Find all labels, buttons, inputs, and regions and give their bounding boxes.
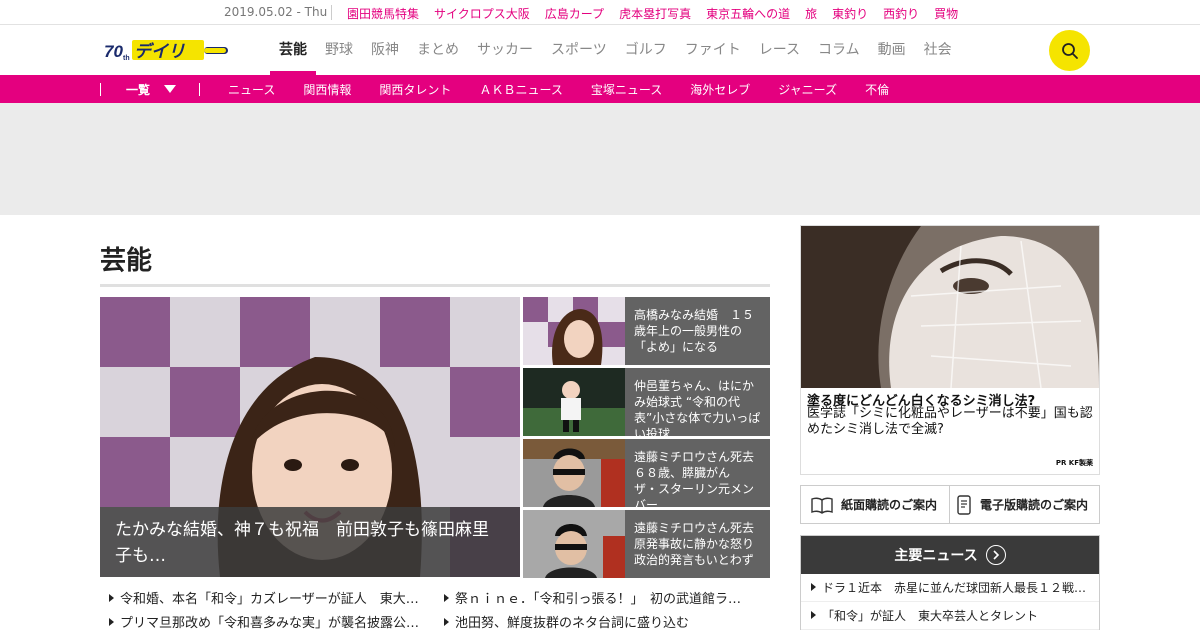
article-thumbnail [523, 297, 625, 365]
bullet-arrow-icon [811, 611, 816, 619]
nav-item-yakyu[interactable]: 野球 [316, 25, 362, 75]
top-link[interactable]: 園田競馬特集 [347, 5, 419, 22]
nav-item-hanshin[interactable]: 阪神 [362, 25, 408, 75]
article-title: 高橋みなみ結婚 １５歳年上の一般男性の「よめ」になる [634, 308, 755, 354]
bullet-arrow-icon [109, 618, 114, 626]
article-thumbnail [523, 368, 625, 436]
nav-item-fight[interactable]: ファイト [676, 25, 750, 75]
headline-list-right: 祭ｎｉｎｅ．「令和引っ張る！」 初の武道館ラ… 池田努、鮮度抜群のネタ台詞に盛り… [444, 588, 764, 636]
list-item[interactable]: プリマ旦那改め「令和喜多みな実」が襲名披露公… [109, 612, 427, 636]
main-news-title: 主要ニュース [894, 548, 978, 564]
top-utility-bar: 2019.05.02 - Thu 園田競馬特集 サイクロプス大阪 広島カープ 虎… [0, 0, 1200, 25]
svg-text:デイリ: デイリ [134, 42, 185, 62]
main-nav: 芸能 野球 阪神 まとめ サッカー スポーツ ゴルフ ファイト レース コラム … [270, 25, 961, 75]
article-thumbnail [523, 510, 625, 578]
main-news-header[interactable]: 主要ニュース [801, 536, 1099, 574]
divider [100, 83, 101, 96]
article-title: 遠藤ミチロウさん死去 原発事故に静かな怒り 政治的発言もいとわず [634, 521, 767, 567]
sub-nav-link[interactable]: 不倫 [865, 81, 889, 98]
sub-nav-link[interactable]: 関西タレント [379, 81, 451, 98]
category-menu-button[interactable]: 一覧 [126, 81, 150, 98]
list-item-text: 「和令」が証人 東大卒芸人とタレント [822, 609, 1039, 623]
nav-item-society[interactable]: 社会 [915, 25, 961, 75]
search-button[interactable] [1049, 30, 1090, 71]
list-item-text: プリマ旦那改め「令和喜多みな実」が襲名披露公… [120, 616, 420, 631]
hero-caption: たかみな結婚、神７も祝福 前田敦子も篠田麻里子も… [100, 507, 520, 577]
top-link[interactable]: 広島カープ [545, 5, 604, 22]
nav-item-soccer[interactable]: サッカー [468, 25, 542, 75]
sub-nav: 一覧 ニュース 関西情報 関西タレント ＡＫＢニュース 宝塚ニュース 海外セレブ… [0, 75, 1200, 103]
site-logo[interactable]: 70 th デイリ [104, 37, 234, 63]
top-link[interactable]: 東釣り [832, 5, 868, 22]
top-link[interactable]: 買物 [934, 5, 958, 22]
side-article[interactable]: 遠藤ミチロウさん死去 原発事故に静かな怒り 政治的発言もいとわず [523, 510, 770, 578]
article-title: 仲邑菫ちゃん、はにかみ始球式 “令和の代表”小さな体で力いっぱい投球 [634, 379, 761, 441]
sub-nav-link[interactable]: ＡＫＢニュース [479, 81, 562, 98]
sub-nav-link[interactable]: 宝塚ニュース [591, 81, 662, 98]
bullet-arrow-icon [444, 594, 449, 602]
list-item-text: 池田努、鮮度抜群のネタ台詞に盛り込む [455, 616, 690, 631]
nav-item-geino[interactable]: 芸能 [270, 25, 316, 75]
site-header: 70 th デイリ 芸能 野球 阪神 まとめ サッカー スポーツ ゴルフ ファイ… [0, 25, 1200, 75]
nav-item-video[interactable]: 動画 [869, 25, 915, 75]
side-article[interactable]: 高橋みなみ結婚 １５歳年上の一般男性の「よめ」になる [523, 297, 770, 365]
list-item-text: 祭ｎｉｎｅ．「令和引っ張る！」 初の武道館ラ… [455, 592, 742, 607]
date-label: 2019.05.02 - Thu [224, 5, 328, 19]
article-thumbnail [523, 439, 625, 507]
sub-nav-link[interactable]: 関西情報 [303, 81, 351, 98]
top-link[interactable]: 旅 [805, 5, 817, 22]
sub-nav-links: ニュース 関西情報 関西タレント ＡＫＢニュース 宝塚ニュース 海外セレブ ジャ… [228, 81, 917, 98]
bullet-arrow-icon [109, 594, 114, 602]
main-news-box: 主要ニュース ドラ１近本 赤星に並んだ球団新人最長１２戦… 「和令」が証人 東大… [800, 535, 1100, 630]
sub-nav-link[interactable]: ニュース [228, 81, 275, 98]
sub-nav-link[interactable]: ジャニーズ [778, 81, 837, 98]
list-item[interactable]: 祭ｎｉｎｅ．「令和引っ張る！」 初の武道館ラ… [444, 588, 764, 612]
smartphone-icon [957, 494, 971, 515]
nav-item-matome[interactable]: まとめ [408, 25, 468, 75]
ad-banner-area [0, 103, 1200, 215]
divider [100, 284, 770, 287]
sidebar-ad[interactable]: 塗る度にどんどん白くなるシミ消し法? 医学誌「シミに化粧品やレーザーは不要」国も… [800, 225, 1100, 475]
ad-body-text: 医学誌「シミに化粧品やレーザーは不要」国も認めたシミ消し法で全滅? [807, 406, 1093, 437]
paper-subscription-label: 紙面購読のご案内 [841, 498, 938, 512]
top-link[interactable]: 虎本塁打写真 [619, 5, 691, 22]
sub-nav-link[interactable]: 海外セレブ [690, 81, 750, 98]
digital-subscription-label: 電子版購読のご案内 [980, 498, 1089, 512]
ad-photo [801, 226, 1099, 388]
nav-item-sports[interactable]: スポーツ [542, 25, 616, 75]
top-links: 園田競馬特集 サイクロプス大阪 広島カープ 虎本塁打写真 東京五輪への道 旅 東… [347, 5, 958, 22]
top-link[interactable]: サイクロプス大阪 [434, 5, 530, 22]
subscription-links: 紙面購読のご案内 電子版購読のご案内 [800, 485, 1100, 524]
list-item[interactable]: ドラ１近本 赤星に並んだ球団新人最長１２戦… [801, 574, 1099, 602]
nav-item-golf[interactable]: ゴルフ [616, 25, 676, 75]
headline-list-left: 令和婚、本名「和令」カズレーザーが証人 東大… プリマ旦那改め「令和喜多みな実」… [109, 588, 427, 636]
list-item[interactable]: 「和令」が証人 東大卒芸人とタレント [801, 602, 1099, 630]
bullet-arrow-icon [444, 618, 449, 626]
list-item[interactable]: 令和婚、本名「和令」カズレーザーが証人 東大… [109, 588, 427, 612]
svg-text:70: 70 [104, 42, 123, 61]
side-article[interactable]: 仲邑菫ちゃん、はにかみ始球式 “令和の代表”小さな体で力いっぱい投球 [523, 368, 770, 441]
divider [199, 83, 200, 96]
page-title: 芸能 [100, 246, 153, 276]
list-item-text: 令和婚、本名「和令」カズレーザーが証人 東大… [120, 592, 419, 607]
chevron-right-icon [985, 545, 1006, 565]
paper-subscription-button[interactable]: 紙面購読のご案内 [801, 486, 951, 523]
side-article[interactable]: 遠藤ミチロウさん死去 ６８歳、膵臓がん ザ・スターリン元メンバー [523, 439, 770, 512]
list-item-text: ドラ１近本 赤星に並んだ球団新人最長１２戦… [822, 581, 1087, 595]
chevron-down-icon[interactable] [164, 85, 176, 93]
top-link[interactable]: 東京五輪への道 [706, 5, 790, 22]
nav-item-race[interactable]: レース [750, 25, 809, 75]
divider [331, 5, 332, 20]
digital-subscription-button[interactable]: 電子版購読のご案内 [950, 486, 1099, 523]
bullet-arrow-icon [811, 583, 816, 591]
article-title: 遠藤ミチロウさん死去 ６８歳、膵臓がん ザ・スターリン元メンバー [634, 450, 767, 512]
nav-item-column[interactable]: コラム [809, 25, 869, 75]
pr-label: PR KF製薬 [1055, 459, 1093, 467]
svg-text:th: th [123, 55, 130, 62]
hero-article[interactable]: たかみな結婚、神７も祝福 前田敦子も篠田麻里子も… [100, 297, 520, 577]
top-link[interactable]: 西釣り [883, 5, 919, 22]
open-book-icon [811, 497, 833, 514]
search-icon [1061, 42, 1078, 59]
list-item[interactable]: 池田努、鮮度抜群のネタ台詞に盛り込む [444, 612, 764, 636]
